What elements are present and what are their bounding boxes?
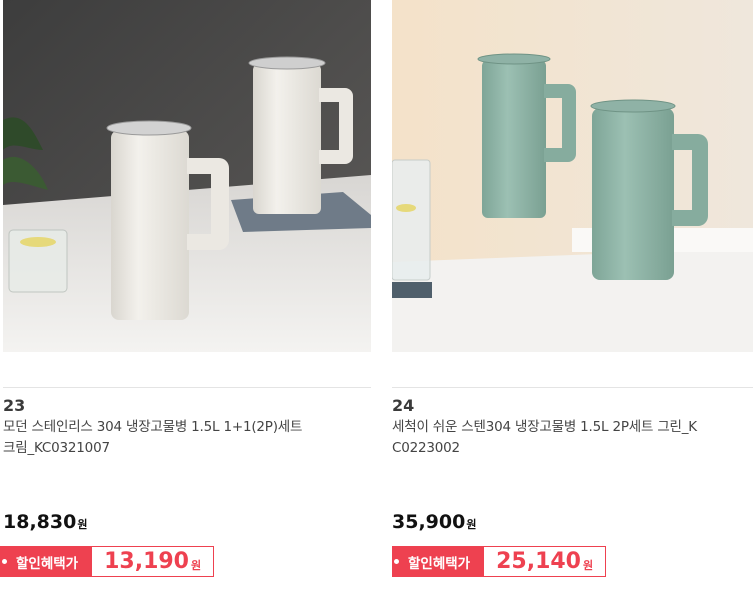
product-rank: 24 xyxy=(392,396,415,415)
discount-price-box: 할인혜택가 13,190 원 xyxy=(0,546,215,577)
product-name-line[interactable]: 크림_KC0321007 xyxy=(3,438,363,459)
discount-label: 할인혜택가 xyxy=(392,546,485,577)
discount-label-text: 할인혜택가 xyxy=(408,555,471,572)
discount-unit: 원 xyxy=(191,558,202,572)
product-name[interactable]: 모던 스테인리스 304 냉장고물병 1.5L 1+1(2P)세트 크림_KC0… xyxy=(3,417,363,459)
product-rank: 23 xyxy=(3,396,26,415)
discount-price: 25,140 xyxy=(496,549,581,574)
product-name-line[interactable]: C0223002 xyxy=(392,438,752,459)
product-image-cream-pitchers[interactable] xyxy=(3,0,371,352)
discount-value: 25,140 원 xyxy=(484,546,607,577)
price-value: 35,900 xyxy=(392,511,466,533)
discount-price: 13,190 xyxy=(104,549,189,574)
product-image-green-pitchers[interactable] xyxy=(392,0,753,352)
price-value: 18,830 xyxy=(3,511,77,533)
divider xyxy=(392,387,753,388)
product-name-line[interactable]: 모던 스테인리스 304 냉장고물병 1.5L 1+1(2P)세트 xyxy=(3,417,363,438)
product-name-line[interactable]: 세척이 쉬운 스텐304 냉장고물병 1.5L 2P세트 그린_K xyxy=(392,417,752,438)
bullet-dot-icon xyxy=(394,559,399,564)
product-card[interactable]: 24 세척이 쉬운 스텐304 냉장고물병 1.5L 2P세트 그린_K C02… xyxy=(392,0,753,591)
product-name[interactable]: 세척이 쉬운 스텐304 냉장고물병 1.5L 2P세트 그린_K C02230… xyxy=(392,417,752,459)
original-price: 35,900원 xyxy=(392,511,476,533)
original-price: 18,830원 xyxy=(3,511,87,533)
discount-label-text: 할인혜택가 xyxy=(16,555,79,572)
discount-value: 13,190 원 xyxy=(92,546,215,577)
bullet-dot-icon xyxy=(2,559,7,564)
product-card[interactable]: 23 모던 스테인리스 304 냉장고물병 1.5L 1+1(2P)세트 크림_… xyxy=(0,0,371,591)
price-unit: 원 xyxy=(77,518,88,531)
discount-price-box: 할인혜택가 25,140 원 xyxy=(392,546,607,577)
discount-label: 할인혜택가 xyxy=(0,546,93,577)
discount-unit: 원 xyxy=(583,558,594,572)
price-unit: 원 xyxy=(466,518,477,531)
divider xyxy=(3,387,371,388)
